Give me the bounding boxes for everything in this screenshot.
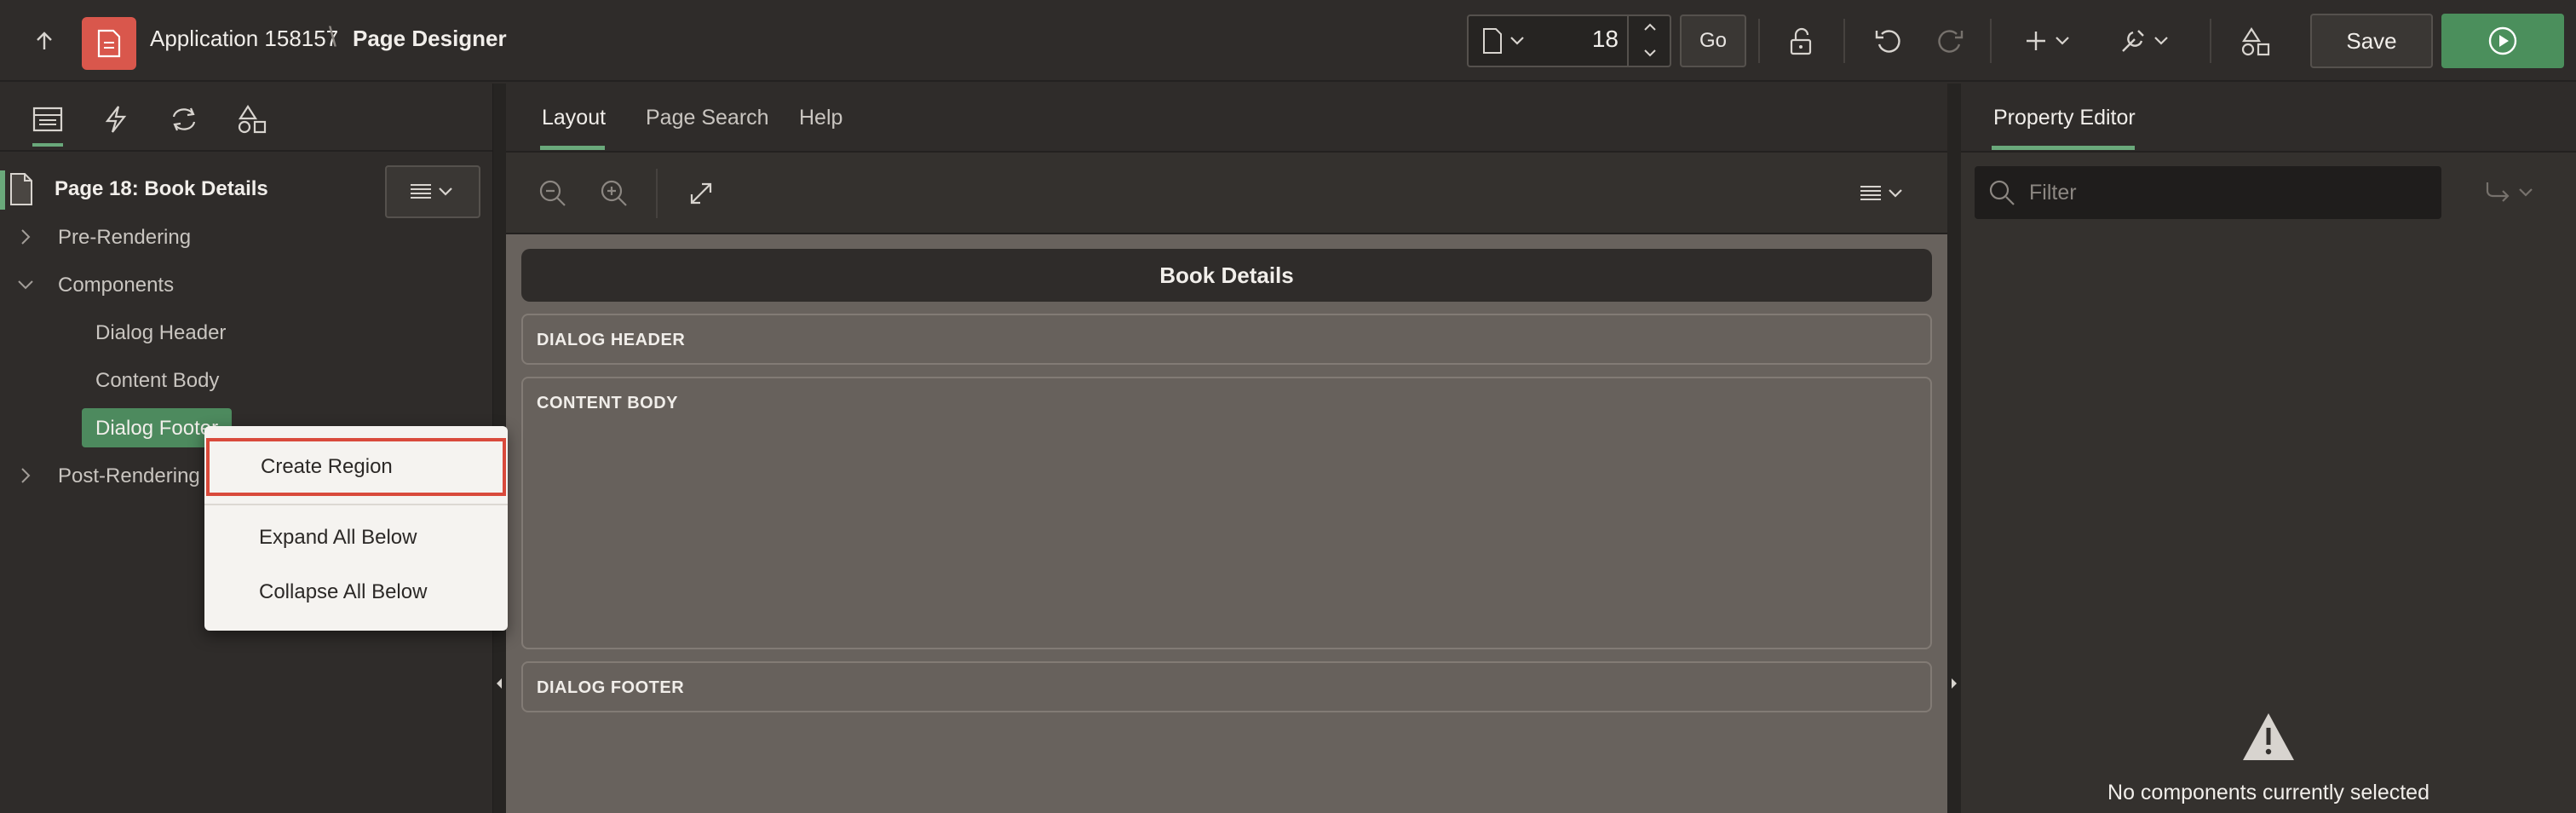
search-icon bbox=[1985, 177, 2019, 208]
chevron-right-icon[interactable] bbox=[15, 227, 36, 247]
undo-icon[interactable] bbox=[1869, 22, 1908, 61]
menu-divider bbox=[204, 504, 508, 505]
tree-root-marker bbox=[0, 170, 5, 210]
region-label: DIALOG HEADER bbox=[537, 331, 686, 349]
region-dialog-footer[interactable]: DIALOG FOOTER bbox=[521, 661, 1932, 712]
toolbar-divider bbox=[1758, 19, 1760, 63]
active-tab-indicator bbox=[32, 143, 63, 147]
shared-components-icon[interactable] bbox=[2235, 22, 2276, 61]
page-icon bbox=[7, 170, 36, 208]
tab-property-editor[interactable]: Property Editor bbox=[1993, 106, 2136, 130]
region-label: DIALOG FOOTER bbox=[537, 678, 685, 697]
go-to-group-icon[interactable] bbox=[2482, 177, 2542, 208]
zoom-out-icon[interactable] bbox=[533, 174, 572, 213]
go-button[interactable]: Go bbox=[1680, 14, 1746, 67]
tree-node-post-rendering[interactable]: Post-Rendering bbox=[58, 464, 200, 488]
utilities-wrench-icon[interactable] bbox=[2118, 22, 2176, 60]
play-icon bbox=[2488, 26, 2517, 55]
tree-node-dialog-header[interactable]: Dialog Header bbox=[95, 321, 226, 345]
page-number-input[interactable]: 18 bbox=[1550, 26, 1619, 53]
menu-item-collapse-all-below[interactable]: Collapse All Below bbox=[204, 571, 508, 614]
tree-node-pre-rendering[interactable]: Pre-Rendering bbox=[58, 226, 191, 250]
region-dialog-header[interactable]: DIALOG HEADER bbox=[521, 314, 1932, 365]
tree-node-content-body[interactable]: Content Body bbox=[95, 369, 219, 393]
zoom-in-icon[interactable] bbox=[595, 174, 634, 213]
toolbar-divider bbox=[656, 169, 658, 218]
run-page-button[interactable] bbox=[2441, 14, 2564, 68]
increment-icon[interactable] bbox=[1630, 15, 1670, 39]
page-picker-icon[interactable] bbox=[1481, 26, 1532, 56]
collapse-right-icon[interactable] bbox=[1949, 675, 1959, 692]
up-arrow-icon[interactable] bbox=[26, 22, 63, 60]
context-menu: Create Region Expand All Below Collapse … bbox=[204, 426, 508, 631]
tree-node-dialog-footer[interactable]: Dialog Footer bbox=[95, 417, 218, 441]
toolbar-divider bbox=[1990, 19, 1992, 63]
redo-icon[interactable] bbox=[1930, 22, 1969, 61]
tab-help[interactable]: Help bbox=[799, 106, 842, 130]
tree-menu-button[interactable] bbox=[385, 165, 480, 218]
tab-page-search[interactable]: Page Search bbox=[646, 106, 769, 130]
tab-layout[interactable]: Layout bbox=[542, 106, 606, 130]
toolbar-divider bbox=[1843, 19, 1845, 63]
chevron-down-icon[interactable] bbox=[15, 274, 36, 295]
menu-item-expand-all-below[interactable]: Expand All Below bbox=[204, 516, 508, 559]
dynamic-actions-tab-icon[interactable] bbox=[90, 94, 141, 145]
menu-item-create-region[interactable]: Create Region bbox=[206, 438, 506, 496]
page-title-bar[interactable]: Book Details bbox=[521, 249, 1932, 302]
active-tab-indicator bbox=[540, 146, 605, 150]
tree-node-components[interactable]: Components bbox=[58, 274, 174, 297]
layout-toolbar bbox=[506, 153, 1947, 234]
filter-placeholder: Filter bbox=[2029, 181, 2077, 205]
expand-icon[interactable] bbox=[681, 174, 721, 213]
app-logo-icon[interactable] bbox=[82, 17, 136, 70]
warning-icon bbox=[2239, 709, 2298, 765]
breadcrumb-application[interactable]: Application 158157 bbox=[150, 26, 338, 52]
decrement-icon[interactable] bbox=[1630, 41, 1670, 65]
right-splitter[interactable] bbox=[1947, 84, 1961, 813]
region-content-body[interactable]: CONTENT BODY bbox=[521, 377, 1932, 649]
unlock-icon[interactable] bbox=[1780, 22, 1823, 61]
chevron-right-icon[interactable] bbox=[15, 465, 36, 486]
tab-divider bbox=[0, 150, 492, 152]
rendering-tab-icon[interactable] bbox=[22, 94, 73, 145]
save-button[interactable]: Save bbox=[2310, 14, 2433, 68]
empty-state-message: No components currently selected bbox=[2107, 781, 2429, 804]
active-tab-indicator bbox=[1992, 146, 2135, 150]
shared-components-tab-icon[interactable] bbox=[227, 94, 278, 145]
processing-tab-icon[interactable] bbox=[158, 94, 210, 145]
stepper-divider bbox=[1627, 14, 1629, 67]
breadcrumb-separator: \ bbox=[329, 21, 336, 52]
breadcrumb-page-designer: Page Designer bbox=[353, 26, 507, 51]
collapse-left-icon[interactable] bbox=[494, 675, 504, 692]
region-label: CONTENT BODY bbox=[537, 394, 678, 412]
menu-lines-icon bbox=[411, 184, 452, 199]
create-menu-icon[interactable] bbox=[2024, 24, 2079, 58]
layout-menu-icon[interactable] bbox=[1855, 179, 1910, 208]
tree-root-page[interactable]: Page 18: Book Details bbox=[55, 177, 268, 201]
toolbar-divider bbox=[2210, 19, 2211, 63]
